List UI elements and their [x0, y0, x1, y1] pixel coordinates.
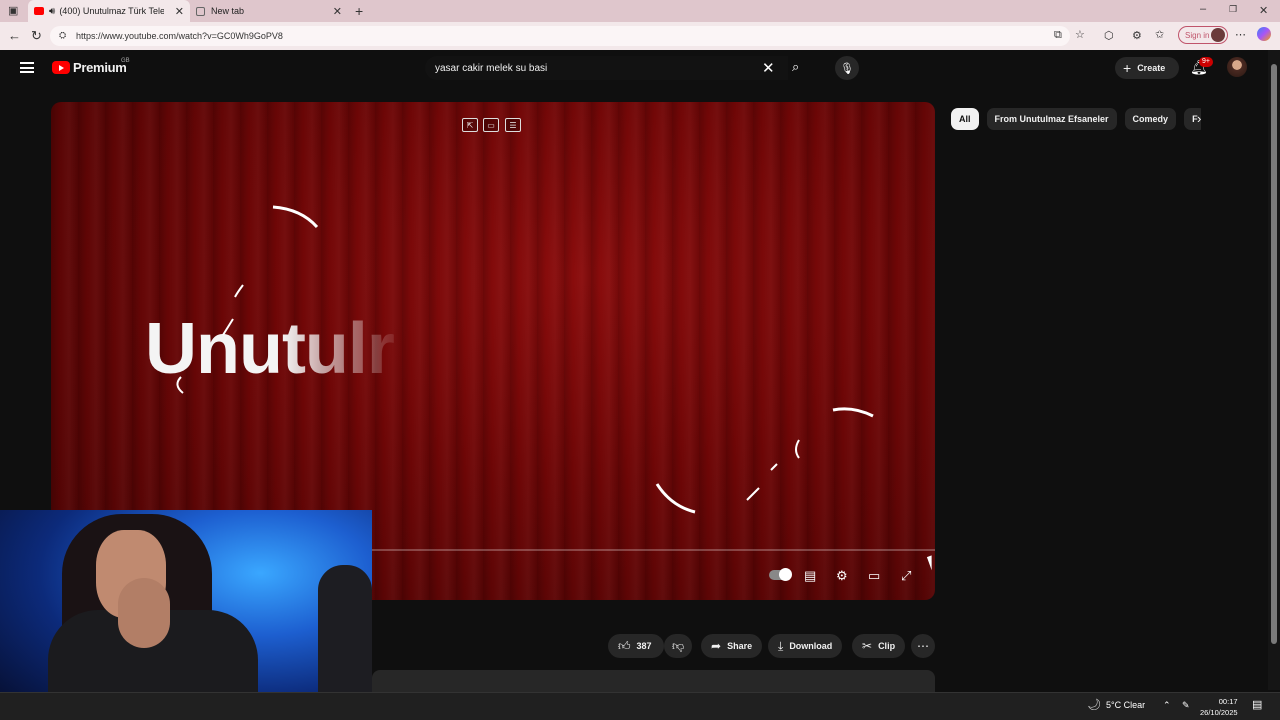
- subtitles-icon[interactable]: ▤: [804, 568, 816, 584]
- create-button[interactable]: + Create: [1115, 57, 1179, 79]
- description-box[interactable]: [372, 670, 935, 692]
- thumbs-up-icon: 👍︎: [618, 638, 631, 653]
- clip-label: Clip: [878, 641, 896, 651]
- tab-title: New tab: [211, 6, 245, 16]
- url-field[interactable]: ⛭ https://www.youtube.com/watch?v=GC0Wh9…: [50, 26, 1070, 46]
- app-install-icon[interactable]: ⧉: [1054, 29, 1062, 42]
- fullscreen-icon[interactable]: ⤢: [901, 568, 911, 584]
- scissors-icon: ✂: [862, 639, 873, 653]
- search-input[interactable]: yasar cakir melek su basi: [425, 56, 788, 80]
- country-code: GB: [121, 58, 130, 64]
- voice-search-icon[interactable]: 🎙︎: [835, 56, 859, 80]
- recommendation-chips: All From Unutulmaz Efsaneler Comedy F: [951, 108, 1201, 130]
- share-label: Share: [727, 641, 753, 651]
- close-tab-icon[interactable]: ✕: [333, 5, 342, 18]
- tab-new-tab[interactable]: New tab ✕: [192, 0, 348, 22]
- browser-profile-avatar: [1211, 28, 1225, 42]
- url-text: https://www.youtube.com/watch?v=GC0Wh9Go…: [76, 31, 283, 41]
- more-actions-button[interactable]: ⋯: [911, 634, 935, 658]
- overlay-cast-icon[interactable]: ▭: [483, 118, 499, 132]
- weather-text[interactable]: 5°C Clear: [1106, 700, 1145, 710]
- overlay-miniplayer-icon[interactable]: ⇱: [462, 118, 478, 132]
- chip-comedy[interactable]: Comedy: [1124, 108, 1177, 130]
- chip-all[interactable]: All: [951, 108, 979, 130]
- chevron-right-icon[interactable]: ›: [1197, 111, 1201, 126]
- tab-actions-icon[interactable]: ▣: [8, 4, 18, 17]
- like-button[interactable]: 👍︎ 387: [608, 634, 664, 658]
- sign-in-button[interactable]: Sign in: [1178, 26, 1228, 44]
- clock-date: 26/10/2025: [1200, 708, 1238, 717]
- more-menu-icon[interactable]: ⋯: [1235, 28, 1246, 41]
- pen-tray-icon[interactable]: ✎: [1182, 700, 1190, 711]
- overlay-notes-icon[interactable]: ☰: [505, 118, 521, 132]
- download-label: Download: [789, 641, 833, 651]
- youtube-header: Premium GB yasar cakir melek su basi ✕ ⌕…: [0, 50, 1268, 86]
- minimize-icon[interactable]: –: [1200, 3, 1206, 15]
- plus-icon: +: [1123, 60, 1132, 76]
- site-info-icon[interactable]: ⛭: [59, 30, 66, 41]
- page-scrollbar[interactable]: [1268, 50, 1280, 690]
- streamer-hand: [118, 578, 170, 648]
- restore-icon[interactable]: ❐: [1229, 4, 1237, 15]
- favorites-icon[interactable]: ✩: [1155, 28, 1164, 41]
- new-tab-plus-icon[interactable]: +: [355, 3, 363, 19]
- taskbar-clock[interactable]: 00:17 26/10/2025: [1200, 696, 1238, 718]
- weather-moon-icon: 🌙︎: [1087, 699, 1101, 711]
- back-icon[interactable]: ←: [8, 28, 21, 43]
- browser-address-bar: ← ↻ ⛭ https://www.youtube.com/watch?v=GC…: [0, 22, 1280, 50]
- like-count: 387: [636, 641, 652, 651]
- create-label: Create: [1137, 63, 1166, 73]
- close-tab-icon[interactable]: ✕: [175, 5, 184, 18]
- clear-search-icon[interactable]: ✕: [762, 59, 775, 77]
- youtube-favicon-icon: [34, 7, 44, 15]
- menu-icon[interactable]: [20, 62, 34, 73]
- browser-tab-bar: ▣ 🔊︎ (400) Unutulmaz Türk Televiz ✕ New …: [0, 0, 1280, 22]
- refresh-icon[interactable]: ↻: [31, 28, 42, 44]
- clip-button[interactable]: ✂ Clip: [852, 634, 906, 658]
- tray-chevron-up-icon[interactable]: ⌃: [1163, 700, 1171, 711]
- performance-icon[interactable]: ⚙: [1132, 29, 1142, 42]
- extensions-icon[interactable]: ⬡: [1104, 29, 1114, 42]
- scrollbar-thumb[interactable]: [1271, 64, 1277, 644]
- thumbs-down-icon: 👎︎: [672, 638, 685, 653]
- spark-decoration-bottom: [655, 407, 874, 514]
- close-window-icon[interactable]: ✕: [1259, 4, 1268, 17]
- webcam-overlay: [0, 510, 372, 720]
- youtube-play-icon: [52, 61, 70, 74]
- tab-title: (400) Unutulmaz Türk Televiz: [59, 6, 165, 16]
- settings-gear-icon[interactable]: ⚙: [836, 568, 848, 584]
- avatar[interactable]: [1227, 57, 1247, 77]
- notification-badge: 9+: [1199, 57, 1213, 67]
- notification-center-icon[interactable]: ▤: [1252, 698, 1262, 711]
- theater-mode-icon[interactable]: ▭: [868, 568, 880, 584]
- new-tab-favicon-icon: [196, 6, 205, 16]
- spark-decoration-top: [176, 205, 319, 394]
- share-icon: ➦: [711, 639, 722, 653]
- sign-in-label: Sign in: [1185, 30, 1210, 40]
- logo-text: Premium: [73, 60, 127, 75]
- download-button[interactable]: ⤓ Download: [768, 634, 843, 658]
- search-query: yasar cakir melek su basi: [435, 62, 548, 74]
- tab-youtube[interactable]: 🔊︎ (400) Unutulmaz Türk Televiz ✕: [28, 0, 190, 22]
- speaker-icon[interactable]: 🔊︎: [49, 6, 55, 17]
- favorite-star-icon[interactable]: ☆: [1075, 28, 1085, 41]
- chip-from-channel[interactable]: From Unutulmaz Efsaneler: [986, 108, 1117, 130]
- windows-taskbar: 🌙︎ 5°C Clear ⌃ ✎ 00:17 26/10/2025 ▤: [0, 692, 1280, 720]
- youtube-logo[interactable]: Premium: [52, 60, 127, 75]
- dislike-button[interactable]: 👎︎: [664, 634, 692, 658]
- more-horizontal-icon: ⋯: [917, 639, 929, 653]
- autoplay-toggle[interactable]: [769, 568, 792, 581]
- clock-time: 00:17: [1218, 697, 1238, 706]
- search-icon[interactable]: ⌕: [792, 59, 799, 75]
- copilot-icon[interactable]: [1257, 27, 1271, 41]
- share-button[interactable]: ➦ Share: [701, 634, 763, 658]
- download-icon: ⤓: [778, 638, 784, 653]
